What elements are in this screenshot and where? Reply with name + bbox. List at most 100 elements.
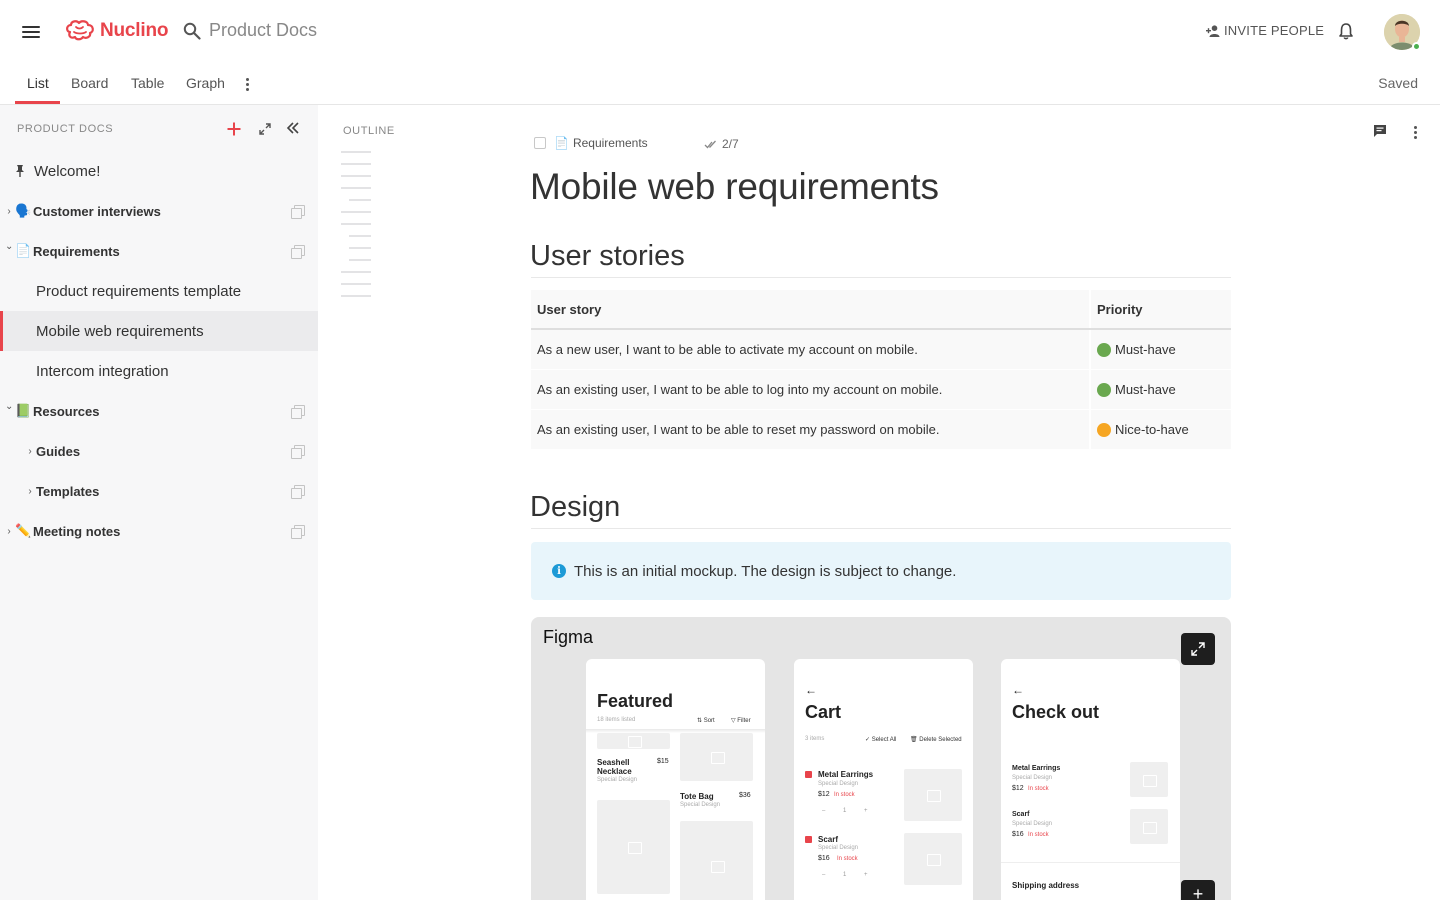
sidebar-item-welcome[interactable]: Welcome! — [0, 151, 318, 191]
top-bar: Nuclino Product Docs INVITE PEOPLE — [0, 0, 1440, 64]
outline-entry[interactable] — [341, 187, 371, 189]
section-heading-design[interactable]: Design — [530, 491, 620, 524]
user-avatar[interactable] — [1384, 14, 1421, 51]
copy-icon[interactable] — [291, 485, 305, 499]
sidebar-item-label: Templates — [36, 483, 100, 499]
checklist-progress-value: 2/7 — [722, 137, 739, 151]
sidebar-item-label: Resources — [33, 403, 100, 419]
product-subtitle: Special Design — [818, 781, 859, 787]
table-cell-priority[interactable]: Must-have — [1097, 330, 1231, 369]
sidebar-item-guides[interactable]: › Guides — [0, 431, 318, 471]
outline-entry[interactable] — [349, 235, 371, 237]
sidebar-item-mobile-web-requirements[interactable]: Mobile web requirements — [0, 311, 318, 351]
checkbox-icon[interactable] — [534, 137, 546, 149]
view-tabs: List Board Table Graph Saved — [0, 64, 1440, 105]
sidebar-item-label: Meeting notes — [33, 523, 121, 539]
tab-table[interactable]: Table — [131, 75, 164, 91]
outline-entry[interactable] — [341, 271, 371, 273]
item-options-icon[interactable] — [1414, 126, 1417, 139]
sidebar-item-meeting-notes[interactable]: › ✏️ Meeting notes — [0, 511, 318, 551]
product-subtitle: Special Design — [597, 777, 638, 783]
tab-board[interactable]: Board — [71, 75, 108, 91]
sidebar-item-requirements[interactable]: ⌄ 📄 Requirements — [0, 231, 318, 271]
stock-status: In stock — [837, 856, 858, 862]
fullscreen-button[interactable] — [1181, 633, 1215, 665]
mockup-title: Cart — [805, 702, 842, 722]
outline-entry[interactable] — [349, 199, 371, 201]
table-cell-priority[interactable]: Must-have — [1097, 370, 1231, 409]
chevron-right-icon[interactable]: › — [5, 526, 13, 537]
figma-embed[interactable]: Figma Featured 18 items listed ⇅ Sort ▽ … — [531, 617, 1231, 900]
sidebar-item-intercom-integration[interactable]: Intercom integration — [0, 351, 318, 391]
green-circle-icon — [1097, 342, 1111, 357]
nuclino-logo[interactable]: Nuclino — [64, 18, 168, 44]
product-price: $12 — [818, 791, 830, 798]
product-price: $36 — [739, 792, 751, 799]
zoom-in-button[interactable]: + — [1181, 880, 1215, 900]
sidebar-item-templates[interactable]: › Templates — [0, 471, 318, 511]
shipping-address-label: Shipping address — [1012, 881, 1080, 890]
outline-entry[interactable] — [341, 211, 371, 213]
tab-graph[interactable]: Graph — [186, 75, 225, 91]
outline-entry[interactable] — [349, 259, 371, 261]
product-image — [680, 733, 753, 781]
product-image — [1130, 762, 1168, 797]
copy-icon[interactable] — [291, 405, 305, 419]
comment-icon — [1374, 125, 1386, 137]
section-heading-user-stories[interactable]: User stories — [530, 240, 685, 273]
info-callout[interactable]: i This is an initial mockup. The design … — [531, 542, 1231, 600]
copy-icon[interactable] — [291, 525, 305, 539]
breadcrumb[interactable]: 📄 Requirements — [534, 136, 648, 150]
expand-all-button[interactable] — [259, 122, 271, 140]
sidebar-item-resources[interactable]: ⌄ 📗 Resources — [0, 391, 318, 431]
outline-entry[interactable] — [341, 283, 371, 285]
page-title[interactable]: Mobile web requirements — [530, 166, 939, 208]
chevron-right-icon[interactable]: › — [26, 446, 34, 457]
table-cell-story[interactable]: As a new user, I want to be able to acti… — [537, 330, 1089, 369]
outline-entry[interactable] — [341, 151, 371, 153]
info-icon: i — [552, 564, 566, 578]
mockup-filter: ▽ Filter — [731, 718, 751, 724]
chevron-right-icon[interactable]: › — [26, 486, 34, 497]
more-views-icon[interactable] — [246, 78, 249, 91]
table-row: As a new user, I want to be able to acti… — [531, 330, 1231, 370]
outline-entry[interactable] — [341, 295, 371, 297]
notifications-button[interactable] — [1338, 22, 1354, 45]
breadcrumb-emoji: 📄 — [554, 136, 569, 150]
product-image — [597, 733, 670, 749]
table-cell-story[interactable]: As an existing user, I want to be able t… — [537, 370, 1089, 409]
chevron-down-icon[interactable]: ⌄ — [5, 401, 13, 412]
mockup-divider — [1001, 862, 1180, 863]
chevron-right-icon[interactable]: › — [5, 206, 13, 217]
search-bar[interactable]: Product Docs — [183, 20, 317, 41]
product-name: Scarf — [1012, 811, 1030, 818]
column-header-priority[interactable]: Priority — [1097, 290, 1231, 328]
outline-entry[interactable] — [341, 163, 371, 165]
sidebar-item-product-requirements-template[interactable]: Product requirements template — [0, 271, 318, 311]
quantity-stepper: – 1 + — [822, 808, 876, 814]
product-price: $15 — [657, 758, 669, 765]
invite-people-button[interactable]: INVITE PEOPLE — [1206, 23, 1324, 38]
back-arrow-icon: ← — [805, 683, 817, 697]
sidebar-item-customer-interviews[interactable]: › 🗣️ Customer interviews — [0, 191, 318, 231]
column-header-user-story[interactable]: User story — [537, 290, 1089, 328]
heading-divider — [531, 528, 1231, 529]
menu-icon[interactable] — [22, 24, 40, 40]
chevron-down-icon[interactable]: ⌄ — [5, 241, 13, 252]
table-cell-priority[interactable]: Nice-to-have — [1097, 410, 1231, 449]
callout-text: This is an initial mockup. The design is… — [574, 562, 957, 580]
outline-entry[interactable] — [341, 175, 371, 177]
mockup-sort: ⇅ Sort — [697, 718, 715, 724]
add-item-button[interactable] — [226, 121, 242, 137]
comments-button[interactable] — [1373, 124, 1387, 143]
copy-icon[interactable] — [291, 445, 305, 459]
outline-entry[interactable] — [349, 247, 371, 249]
outline-entry[interactable] — [341, 223, 371, 225]
collapse-sidebar-button[interactable] — [286, 121, 300, 140]
copy-icon[interactable] — [291, 245, 305, 259]
green-book-icon: 📗 — [15, 403, 32, 418]
product-price: $12 — [1012, 785, 1024, 792]
copy-icon[interactable] — [291, 205, 305, 219]
table-cell-story[interactable]: As an existing user, I want to be able t… — [537, 410, 1089, 449]
tab-list[interactable]: List — [27, 75, 49, 91]
